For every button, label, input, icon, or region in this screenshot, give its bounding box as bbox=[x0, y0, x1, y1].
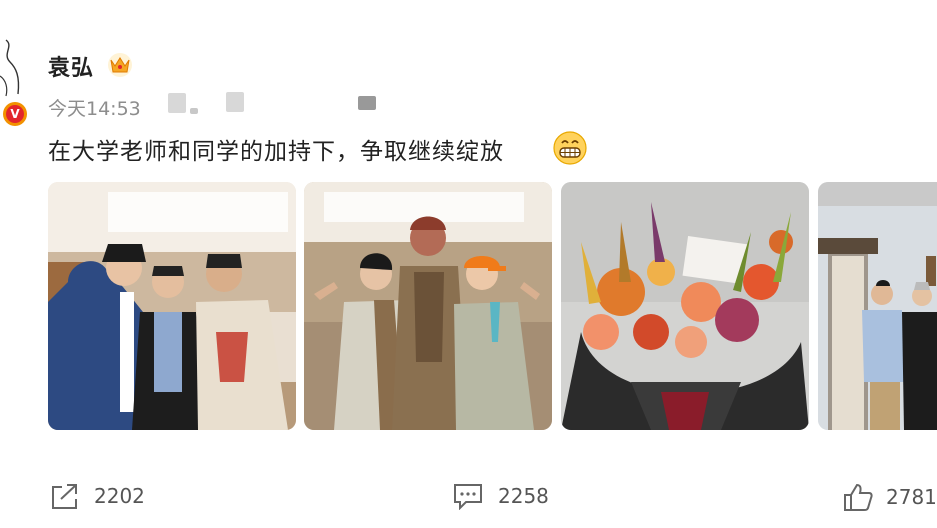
thumbs-up-icon bbox=[844, 483, 873, 511]
like-button[interactable]: 2781 bbox=[842, 482, 937, 512]
flower-bouquet-icon bbox=[561, 182, 809, 430]
group-photo-costume-actor-icon bbox=[304, 182, 552, 430]
photo-3[interactable] bbox=[561, 182, 809, 430]
group-photo-three-men-icon bbox=[48, 182, 296, 430]
redacted-block bbox=[358, 96, 376, 110]
comment-icon bbox=[454, 484, 482, 510]
grin-emoji-icon bbox=[553, 131, 587, 165]
redacted-block bbox=[168, 93, 186, 113]
photo-1[interactable] bbox=[48, 182, 296, 430]
repost-count: 2202 bbox=[94, 484, 145, 508]
photo-4[interactable] bbox=[818, 182, 937, 430]
redacted-block bbox=[226, 92, 244, 112]
comment-count: 2258 bbox=[498, 484, 549, 508]
post-text: 在大学老师和同学的加持下，争取继续绽放 bbox=[48, 139, 504, 165]
comment-button[interactable]: 2258 bbox=[452, 482, 549, 510]
crown-icon[interactable] bbox=[106, 52, 134, 78]
repost-button[interactable]: 2202 bbox=[50, 482, 145, 510]
redacted-block bbox=[190, 108, 198, 114]
share-icon bbox=[52, 484, 77, 509]
avatar-sketch-icon bbox=[0, 39, 20, 97]
username[interactable]: 袁弘 bbox=[48, 50, 94, 82]
group-photo-two-men-icon bbox=[818, 182, 937, 430]
like-count: 2781 bbox=[886, 485, 937, 509]
post-timestamp[interactable]: 今天14:53 bbox=[48, 94, 141, 121]
photo-2[interactable] bbox=[304, 182, 552, 430]
verified-badge-icon: V bbox=[3, 102, 27, 126]
